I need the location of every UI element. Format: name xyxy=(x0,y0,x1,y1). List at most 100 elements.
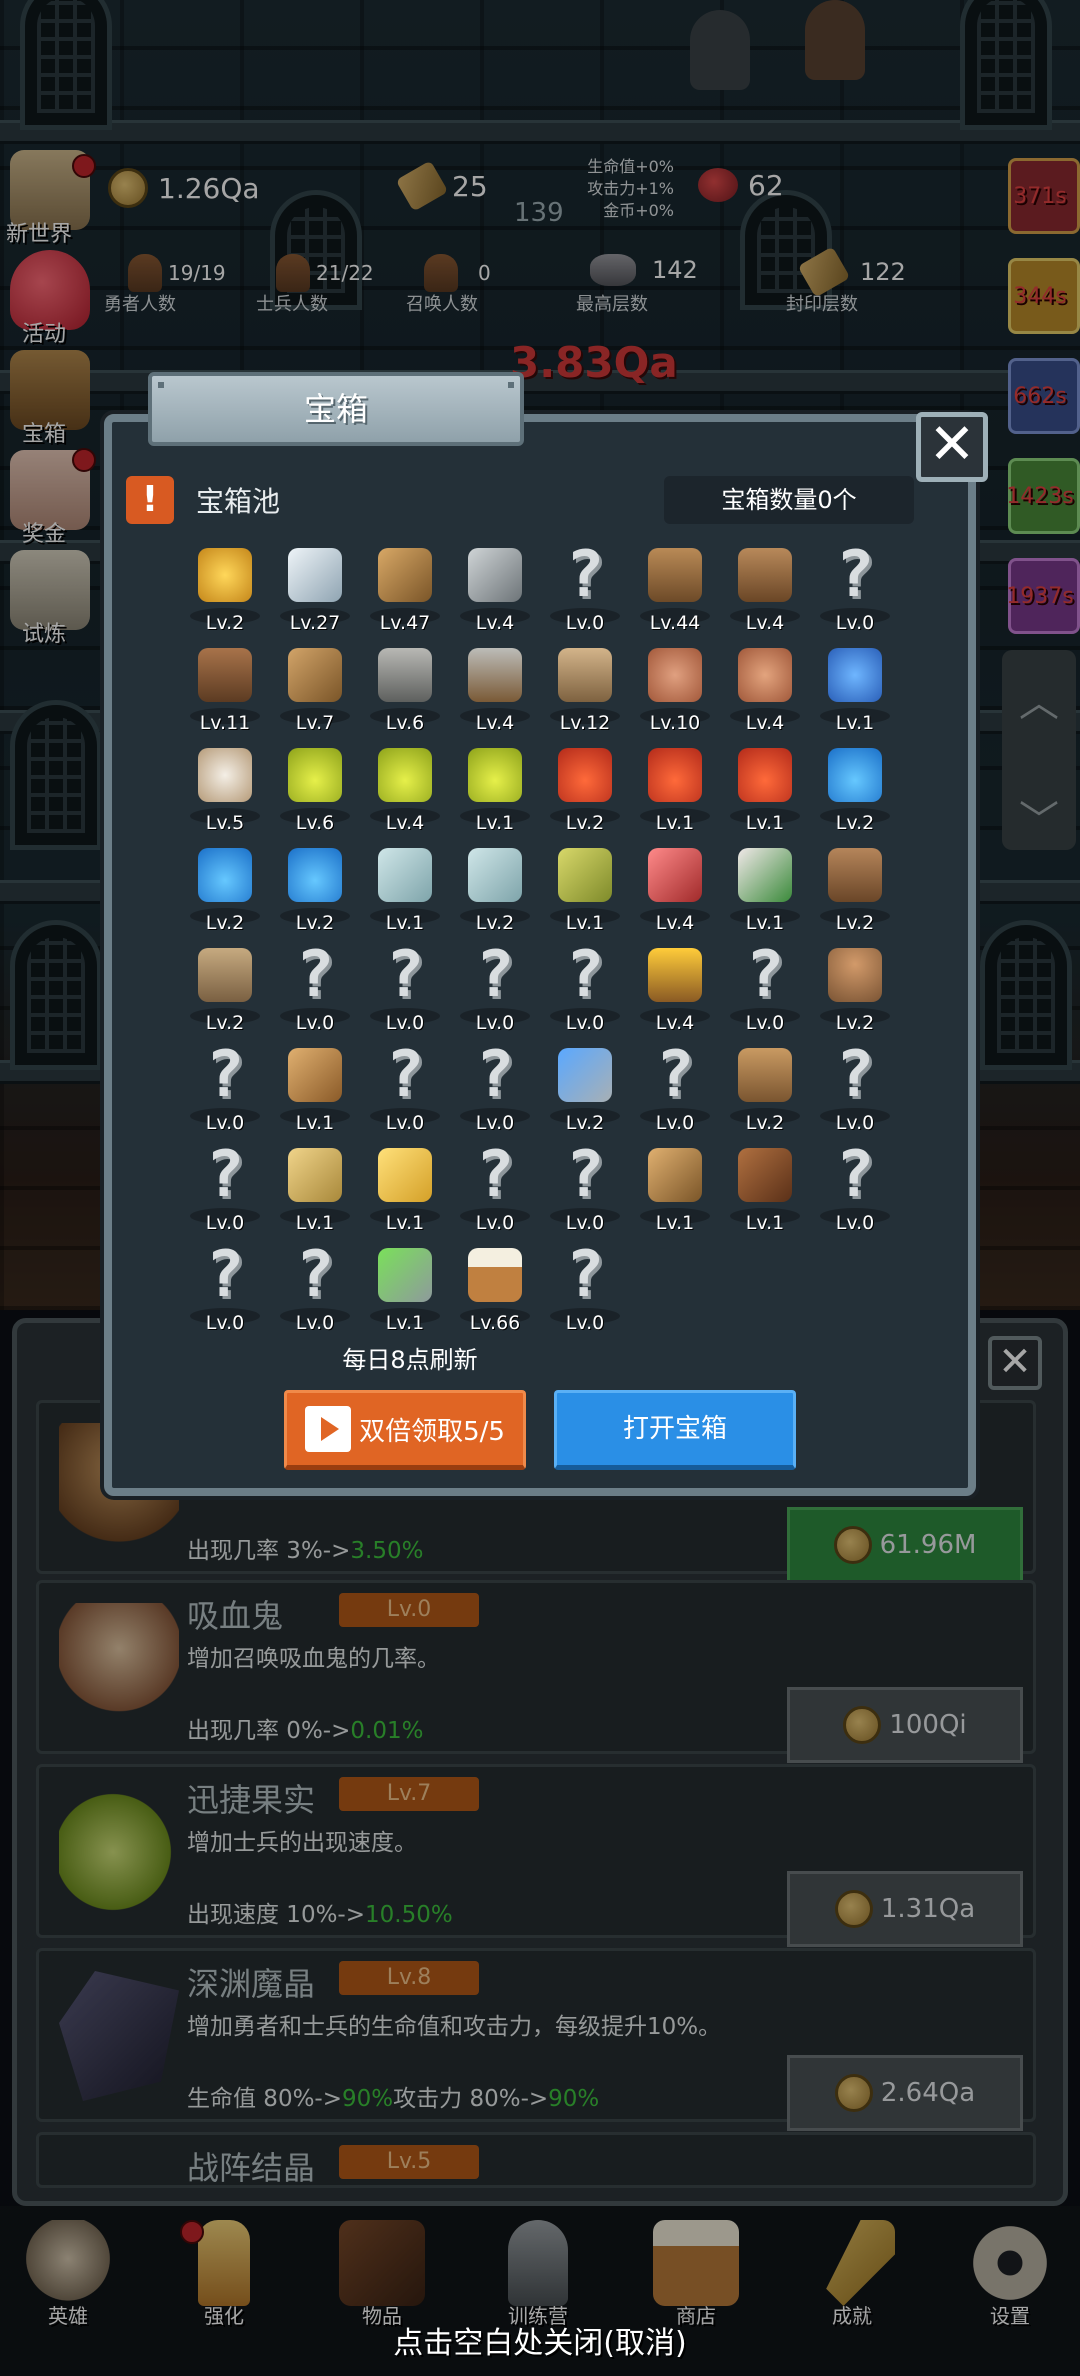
chest-pool-item[interactable]: ? Lv.0 xyxy=(810,1038,900,1140)
blue-potion-icon xyxy=(824,744,886,806)
item-level: Lv.4 xyxy=(475,712,515,734)
chest-pool-item[interactable]: ? Lv.0 xyxy=(450,1138,540,1240)
chest-pool-item[interactable]: Lv.1 xyxy=(360,840,450,940)
chest-pool-item[interactable]: ? Lv.0 xyxy=(810,1138,900,1240)
chest-pool-item[interactable]: ? Lv.0 xyxy=(720,938,810,1040)
chest-pool-item[interactable]: Lv.1 xyxy=(270,1140,360,1240)
chest-pool-item[interactable]: Lv.5 xyxy=(180,740,270,840)
item-level: Lv.6 xyxy=(385,712,425,734)
open-chest-button[interactable]: 打开宝箱 xyxy=(554,1390,796,1470)
unknown-item-icon: ? xyxy=(835,1038,875,1112)
chest-pool-item[interactable]: Lv.66 xyxy=(450,1240,540,1340)
loot-bag-icon xyxy=(824,644,886,706)
chest-pool-item[interactable]: Lv.6 xyxy=(360,640,450,740)
vial-icon xyxy=(464,844,526,906)
ham-icon xyxy=(644,644,706,706)
vial-shape xyxy=(468,848,522,902)
chest-pool-item[interactable]: Lv.2 xyxy=(540,740,630,840)
chest-pool-item[interactable]: Lv.2 xyxy=(720,1040,810,1140)
chest-pool-item[interactable]: ? Lv.0 xyxy=(180,1238,270,1340)
chest-pool-item[interactable]: Lv.1 xyxy=(720,1140,810,1240)
chest-pool-item[interactable]: ? Lv.0 xyxy=(810,538,900,640)
chest-pool-item[interactable]: ? Lv.0 xyxy=(450,938,540,1040)
chest-pool-item[interactable]: Lv.2 xyxy=(180,840,270,940)
chest-pool-item[interactable]: Lv.1 xyxy=(720,740,810,840)
chest-pool-item[interactable]: ? Lv.0 xyxy=(630,1038,720,1140)
chest-pool-item[interactable]: ? Lv.0 xyxy=(180,1138,270,1240)
green-bottle-icon xyxy=(554,844,616,906)
item-level: Lv.1 xyxy=(385,1312,425,1334)
item-level: Lv.1 xyxy=(745,1212,785,1234)
chest-pool-item[interactable]: Lv.11 xyxy=(180,640,270,740)
chest-pool-item[interactable]: Lv.4 xyxy=(720,540,810,640)
item-level: Lv.4 xyxy=(745,712,785,734)
chest-pool-item[interactable]: Lv.1 xyxy=(630,1140,720,1240)
chest-pool-item[interactable]: ? Lv.0 xyxy=(450,1038,540,1140)
item-level: Lv.2 xyxy=(745,1112,785,1134)
chest-pool-item[interactable]: ? Lv.0 xyxy=(360,1038,450,1140)
item-level: Lv.4 xyxy=(385,812,425,834)
close-hint[interactable]: 点击空白处关闭(取消) xyxy=(0,2318,1080,2362)
item-level: Lv.1 xyxy=(655,1212,695,1234)
chest-pool-item[interactable]: Lv.6 xyxy=(270,740,360,840)
great-helm-shape xyxy=(558,648,612,702)
chest-pool-item[interactable]: Lv.1 xyxy=(360,1140,450,1240)
cheese-icon xyxy=(374,1144,436,1206)
chest-pool-item[interactable]: ? Lv.0 xyxy=(270,1238,360,1340)
chest-pool-item[interactable]: ? Lv.0 xyxy=(270,938,360,1040)
green-wand-icon xyxy=(374,1244,436,1306)
chest-pool-item[interactable]: Lv.2 xyxy=(810,740,900,840)
chest-pool-item[interactable]: Lv.4 xyxy=(360,740,450,840)
modal-close-button[interactable]: ✕ xyxy=(916,412,988,482)
chest-pool-item[interactable]: Lv.1 xyxy=(720,840,810,940)
chest-pool-item[interactable]: Lv.1 xyxy=(270,1040,360,1140)
double-claim-button[interactable]: 双倍领取5/5 xyxy=(284,1390,526,1470)
chest-pool-item[interactable]: Lv.1 xyxy=(810,640,900,740)
chest-pool-item[interactable]: ? Lv.0 xyxy=(540,938,630,1040)
chest-pool-item[interactable]: Lv.44 xyxy=(630,540,720,640)
item-level: Lv.1 xyxy=(565,912,605,934)
chest-pool-item[interactable]: Lv.1 xyxy=(360,1240,450,1340)
chest-pool-item[interactable]: Lv.2 xyxy=(540,1040,630,1140)
chest-pool-item[interactable]: Lv.2 xyxy=(270,840,360,940)
item-level: Lv.0 xyxy=(835,612,875,634)
item-level: Lv.0 xyxy=(565,1012,605,1034)
exclamation-icon[interactable]: ! xyxy=(126,476,174,524)
winged-boot-shape xyxy=(738,848,792,902)
beer-mug-shape xyxy=(468,1248,522,1302)
chest-pool-item[interactable]: Lv.10 xyxy=(630,640,720,740)
item-level: Lv.0 xyxy=(835,1112,875,1134)
chest-pool-item[interactable]: ? Lv.0 xyxy=(540,538,630,640)
winged-boot-icon xyxy=(734,844,796,906)
chest-pool-item[interactable]: ? Lv.0 xyxy=(180,1038,270,1140)
chest-pool-item[interactable]: Lv.4 xyxy=(450,540,540,640)
item-level: Lv.2 xyxy=(475,912,515,934)
blue-potion-icon xyxy=(194,844,256,906)
hammer-shape xyxy=(468,648,522,702)
item-level: Lv.0 xyxy=(655,1112,695,1134)
chest-pool-item[interactable]: Lv.4 xyxy=(720,640,810,740)
chest-pool-item[interactable]: Lv.2 xyxy=(810,840,900,940)
chest-pool-item[interactable]: Lv.2 xyxy=(450,840,540,940)
item-level: Lv.44 xyxy=(649,612,701,634)
chest-pool-item[interactable]: Lv.27 xyxy=(270,540,360,640)
item-level: Lv.7 xyxy=(295,712,335,734)
chest-pool-item[interactable]: Lv.1 xyxy=(540,840,630,940)
chest-pool-item[interactable]: Lv.12 xyxy=(540,640,630,740)
chest-pool-item[interactable]: Lv.4 xyxy=(450,640,540,740)
chest-pool-item[interactable]: ? Lv.0 xyxy=(360,938,450,1040)
unknown-item-icon: ? xyxy=(565,1138,605,1212)
chest-pool-item[interactable]: Lv.7 xyxy=(270,640,360,740)
chest-pool-item[interactable]: Lv.4 xyxy=(630,840,720,940)
chest-pool-item[interactable]: Lv.1 xyxy=(450,740,540,840)
chest-pool-item[interactable]: Lv.2 xyxy=(180,540,270,640)
staff-shape xyxy=(288,1048,342,1102)
chest-pool-item[interactable]: Lv.47 xyxy=(360,540,450,640)
chest-pool-item[interactable]: Lv.1 xyxy=(630,740,720,840)
chest-pool-item[interactable]: ? Lv.0 xyxy=(540,1138,630,1240)
chest-pool-item[interactable]: Lv.2 xyxy=(180,940,270,1040)
chest-pool-item[interactable]: Lv.2 xyxy=(810,940,900,1040)
chest-pool-item[interactable]: Lv.4 xyxy=(630,940,720,1040)
diamond-shape xyxy=(288,548,342,602)
chest-pool-item[interactable]: ? Lv.0 xyxy=(540,1238,630,1340)
